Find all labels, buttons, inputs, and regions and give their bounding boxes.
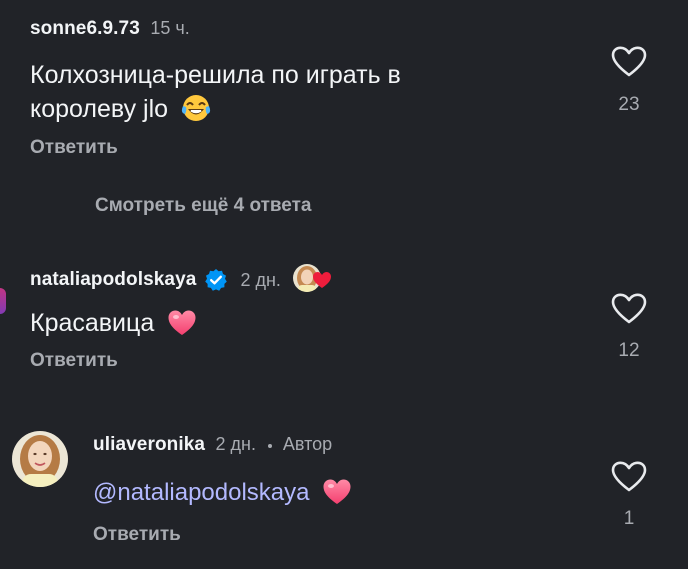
- comment-body: Красавица: [30, 306, 197, 346]
- like-count: 1: [623, 508, 635, 529]
- separator-dot: [268, 443, 273, 448]
- comment-header: nataliapodolskaya 2 дн.: [30, 264, 335, 296]
- like-count: 23: [618, 94, 640, 115]
- comment-username[interactable]: sonne6.9.73: [30, 18, 140, 39]
- red-heart-icon: [312, 271, 332, 294]
- comment-body: Колхозница-решила по играть в королеву j…: [30, 58, 550, 132]
- comment-text-line-1: Колхозница-решила по играть в: [30, 61, 401, 89]
- comment-text-line-2: королеву jlo: [30, 95, 169, 123]
- like-count: 12: [618, 340, 640, 361]
- mention-link[interactable]: @nataliapodolskaya: [93, 479, 310, 506]
- like-heart-icon[interactable]: [611, 46, 647, 83]
- like-heart-icon[interactable]: [611, 461, 647, 498]
- comment-3: uliaveronika 2 дн. Автор @nataliapodolsk…: [0, 400, 688, 569]
- reply-button[interactable]: Ответить: [30, 350, 118, 372]
- comment-1: sonne6.9.73 15 ч. Колхозница-решила по и…: [0, 0, 688, 230]
- like-heart-icon[interactable]: [611, 293, 647, 330]
- creator-liked-indicator: [292, 264, 335, 296]
- verified-badge-icon: [204, 268, 228, 292]
- comment-username[interactable]: nataliapodolskaya: [30, 269, 196, 291]
- reply-button[interactable]: Ответить: [30, 137, 118, 159]
- pink-heart-emoji-icon: [322, 478, 352, 516]
- reply-button[interactable]: Ответить: [93, 524, 181, 546]
- comment-time: 2 дн.: [215, 434, 257, 454]
- avatar-edge: [0, 288, 6, 314]
- comment-time: 2 дн.: [240, 269, 281, 290]
- comment-body: @nataliapodolskaya: [93, 476, 352, 516]
- comment-username[interactable]: uliaveronika: [93, 434, 205, 455]
- laughing-tears-emoji-icon: [181, 93, 211, 132]
- user-avatar[interactable]: [12, 431, 68, 487]
- pink-heart-emoji-icon: [167, 309, 197, 346]
- comment-2: nataliapodolskaya 2 дн. Красавица Ответи…: [0, 230, 688, 400]
- comment-time: 15 ч.: [150, 18, 190, 38]
- view-more-replies-link[interactable]: Смотреть ещё 4 ответа: [95, 195, 312, 217]
- comment-text: Красавица: [30, 309, 155, 337]
- comment-header: sonne6.9.73 15 ч.: [30, 18, 190, 40]
- author-label: Автор: [282, 434, 333, 454]
- comment-header: uliaveronika 2 дн. Автор: [93, 434, 332, 456]
